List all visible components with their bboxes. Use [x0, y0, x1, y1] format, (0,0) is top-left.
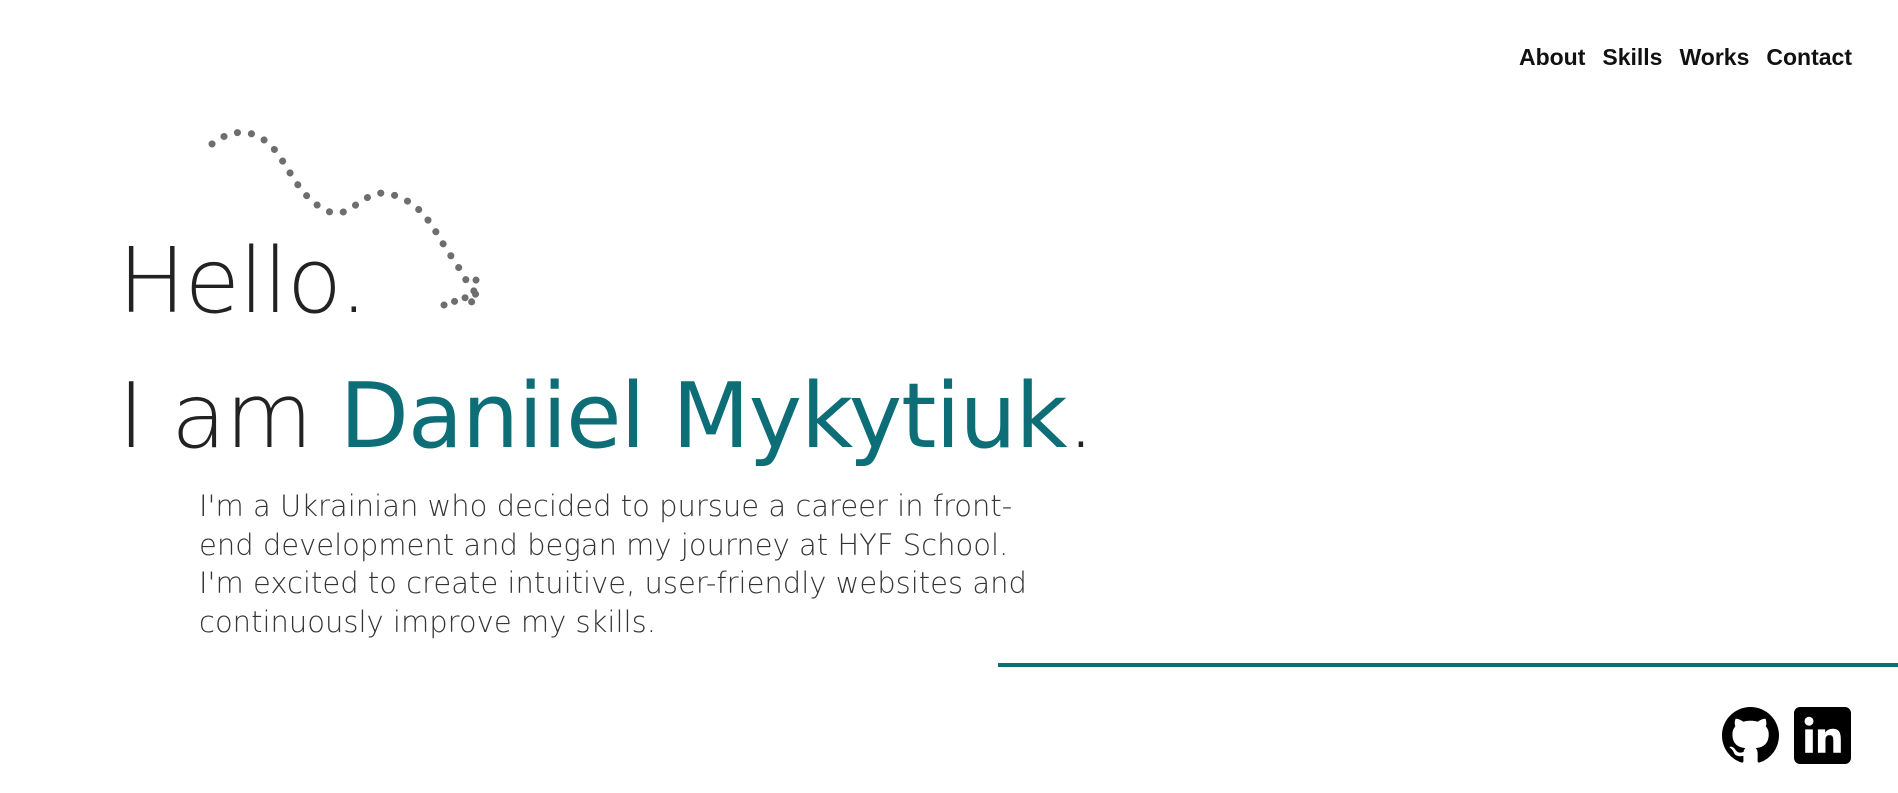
bio-paragraph: I'm a Ukrainian who decided to pursue a … [199, 489, 1027, 639]
main-nav: About Skills Works Contact [1519, 44, 1852, 70]
github-icon[interactable] [1722, 707, 1779, 764]
linkedin-icon[interactable] [1794, 707, 1851, 764]
owner-name: Daniiel Mykytiuk [339, 364, 1068, 469]
nav-link-works[interactable]: Works [1679, 44, 1749, 70]
intro-prefix: I am [118, 364, 340, 469]
intro-suffix: . [1066, 364, 1096, 469]
nav-link-contact[interactable]: Contact [1766, 44, 1852, 70]
accent-divider [998, 663, 1898, 667]
intro-heading: I am Daniiel Mykytiuk. [118, 364, 1096, 469]
nav-link-about[interactable]: About [1519, 44, 1585, 70]
social-links [1722, 707, 1851, 764]
nav-link-skills[interactable]: Skills [1602, 44, 1662, 70]
greeting-heading: Hello. [118, 229, 368, 334]
